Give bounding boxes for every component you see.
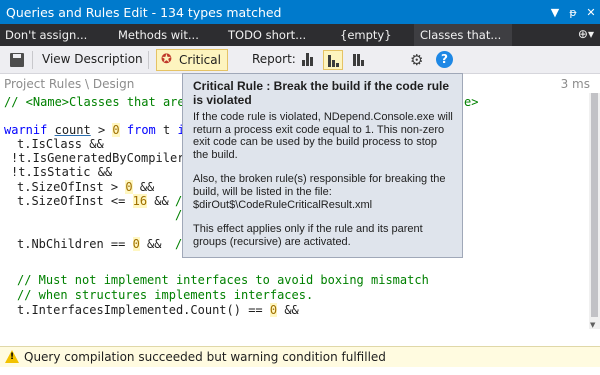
- scroll-down-icon[interactable]: ▼: [590, 321, 595, 329]
- query-duration: 3 ms: [560, 77, 590, 91]
- help-icon[interactable]: ?: [436, 51, 453, 68]
- code-line: // Must not implement interfaces to avoi…: [17, 273, 429, 287]
- scrollbar-thumb[interactable]: [591, 93, 598, 317]
- code-token: 16: [132, 194, 148, 208]
- code-line: t.SizeOfInst > 0 &&: [17, 180, 154, 194]
- code-token: t.SizeOfInst >: [17, 180, 126, 194]
- code-line: !t.IsStatic &&: [11, 165, 113, 179]
- tab-methods-with[interactable]: Methods wit...: [112, 24, 222, 46]
- code-line: e>: [464, 95, 478, 109]
- tooltip-text: Also, the broken rule(s) responsible for…: [193, 173, 446, 198]
- query-tab-strip: Don't assign... Methods wit... TODO shor…: [0, 24, 600, 46]
- tab-classes-that[interactable]: Classes that...: [414, 24, 512, 46]
- pin-icon[interactable]: ᵽ: [564, 6, 582, 19]
- code-line: // <Name>Classes that are c: [4, 95, 199, 109]
- status-message: Query compilation succeeded but warning …: [24, 350, 386, 364]
- editor-toolbar: View Description ✪ Critical Report: ⚙ ?: [0, 46, 600, 74]
- report-grid-icon[interactable]: [349, 50, 369, 70]
- tab-label: Classes that...: [420, 28, 502, 42]
- code-line: !t.IsGeneratedByCompiler &: [11, 151, 199, 165]
- gear-icon[interactable]: ⚙: [410, 51, 423, 69]
- tooltip-paragraph: This effect applies only if the rule and…: [193, 223, 423, 248]
- status-bar: Query compilation succeeded but warning …: [0, 346, 600, 367]
- tab-label: TODO short...: [228, 28, 307, 42]
- close-icon[interactable]: ✕: [582, 6, 600, 19]
- code-token: e>: [464, 95, 479, 109]
- code-token: warnif: [4, 123, 48, 137]
- critical-rule-icon: ✪: [161, 52, 172, 67]
- tab-todo-short[interactable]: TODO short...: [222, 24, 334, 46]
- breadcrumb[interactable]: Project Rules \ Design: [4, 77, 134, 91]
- dropdown-icon[interactable]: ▼: [546, 6, 564, 19]
- code-token: t.InterfacesImplemented.Count() ==: [17, 303, 270, 317]
- code-token: t.SizeOfInst <=: [17, 194, 133, 208]
- tab-label: Methods wit...: [118, 28, 199, 42]
- window-title-bar: Queries and Rules Edit - 134 types match…: [0, 0, 600, 24]
- code-token: &&: [277, 303, 299, 317]
- report-label: Report:: [252, 52, 296, 66]
- tab-label: Don't assign...: [5, 28, 88, 42]
- code-line: // when structures implements interfaces…: [17, 288, 314, 302]
- tooltip-paragraph: If the code rule is violated, NDepend.Co…: [193, 111, 453, 161]
- tooltip-title: Critical Rule : Break the build if the c…: [193, 79, 450, 107]
- report-list-icon[interactable]: [323, 50, 343, 70]
- toolbar-separator: [32, 51, 33, 69]
- critical-rule-tooltip: Critical Rule : Break the build if the c…: [182, 73, 463, 258]
- view-description-button[interactable]: View Description: [42, 52, 143, 66]
- code-token: &&: [139, 237, 162, 251]
- tab-label: {empty}: [340, 28, 392, 42]
- code-token: &&: [132, 180, 155, 194]
- code-token: 0: [112, 123, 120, 137]
- code-token: t.NbChildren ==: [17, 237, 133, 251]
- tab-dont-assign[interactable]: Don't assign...: [0, 24, 112, 46]
- code-token: &&: [147, 194, 169, 208]
- code-token: // <Name>Classes that are c: [4, 95, 200, 109]
- code-line: t.InterfacesImplemented.Count() == 0 &&: [17, 303, 299, 317]
- code-line: t.SizeOfInst <= 16 &&: [17, 194, 169, 208]
- code-line: t.IsClass &&: [17, 137, 104, 151]
- critical-label: Critical: [179, 53, 221, 67]
- tab-empty[interactable]: {empty}: [334, 24, 414, 46]
- code-line: t.NbChildren == 0 &&: [17, 237, 162, 251]
- code-token: 0: [132, 237, 140, 251]
- tooltip-paragraph: Also, the broken rule(s) responsible for…: [193, 173, 454, 211]
- report-chart-icon[interactable]: [298, 50, 318, 70]
- code-token: from: [126, 123, 156, 137]
- critical-toggle-button[interactable]: ✪ Critical: [156, 49, 228, 71]
- toolbar-separator: [148, 51, 149, 69]
- code-line: warnif count > 0 from t in: [4, 123, 192, 137]
- tooltip-file-path: $dirOut$\CodeRuleCriticalResult.xml: [193, 198, 373, 211]
- code-token: 0: [125, 180, 133, 194]
- warning-icon: [5, 350, 19, 363]
- code-token: count: [54, 123, 91, 137]
- vertical-scrollbar[interactable]: ▼: [589, 93, 600, 329]
- code-token: >: [90, 123, 113, 137]
- code-token: t: [155, 123, 178, 137]
- window-title: Queries and Rules Edit - 134 types match…: [6, 4, 282, 20]
- new-query-icon[interactable]: ⊕▾: [578, 27, 594, 41]
- save-icon[interactable]: [10, 53, 24, 67]
